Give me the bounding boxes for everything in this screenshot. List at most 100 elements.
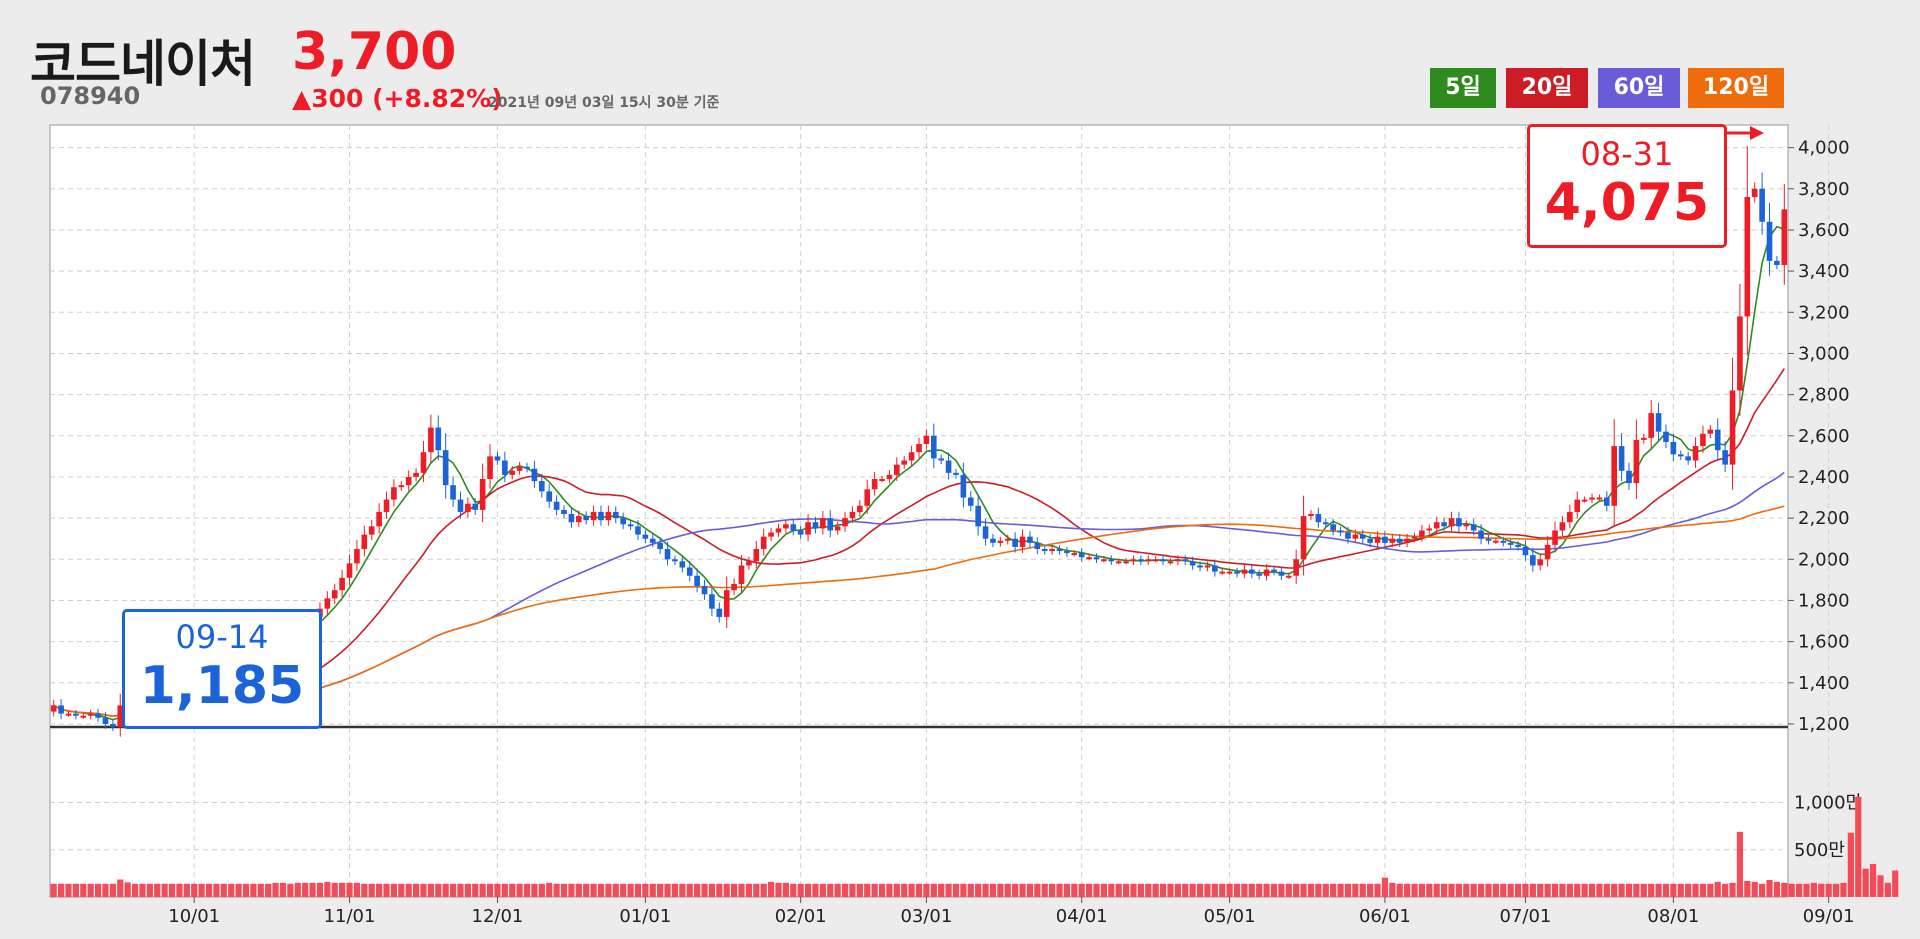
volume-bar [287,883,294,897]
candle-body [834,526,841,531]
volume-bar [213,883,220,897]
candle-body [797,530,804,535]
price-tick-label: 4,000 [1798,138,1850,159]
volume-bar [412,883,420,897]
volume-bar [938,883,945,897]
candle-body [1049,548,1055,552]
volume-bar [642,883,649,897]
volume-bar [989,883,997,897]
candle-body [938,458,944,461]
volume-bar [1847,832,1854,897]
volume-bar [605,883,612,897]
price-tick-label: 2,200 [1798,508,1850,529]
candle-body [1714,429,1721,451]
candle-body [398,485,405,488]
candle-body [1603,497,1610,506]
volume-bar [1692,883,1699,897]
date-tick-label: 04/01 [1056,906,1108,927]
candle-body [945,460,952,473]
candle-body [1212,565,1218,572]
candle-body [775,528,782,533]
volume-bar [1537,883,1544,897]
volume-bar [1485,883,1492,897]
high-annotation-value: 4,075 [1544,173,1710,233]
price-tick-label: 3,400 [1798,261,1850,282]
volume-bar [1574,883,1581,897]
volume-bar [1699,883,1707,897]
volume-bar [523,883,531,897]
candle-body [1093,557,1100,560]
volume-bar [1640,883,1647,897]
volume-bar [339,882,346,897]
volume-bar [65,883,72,897]
volume-bar [1093,883,1100,897]
candle-body [502,460,508,475]
candle-body [694,575,700,587]
candle-body [649,538,656,543]
volume-bar [975,883,982,897]
volume-bar [1211,883,1218,897]
volume-bar [72,883,79,897]
candle-body [1293,559,1299,576]
volume-bar [952,883,960,897]
candle-body [605,511,612,521]
volume-bar [930,883,937,897]
volume-bar [131,883,139,897]
candle-body [435,427,442,451]
volume-bar [686,883,693,897]
volume-bar [841,883,849,897]
volume-bar [1307,883,1315,897]
candle-body [73,713,79,716]
volume-bar [368,883,375,897]
date-tick-label: 10/01 [168,906,220,927]
date-tick-label: 03/01 [900,906,952,927]
volume-bar [804,883,812,897]
candle-body [731,583,737,591]
volume-bar [664,883,671,897]
date-tick-label: 07/01 [1500,906,1552,927]
volume-bar [1315,883,1322,897]
volume-bar [1633,883,1640,897]
volume-bar [1389,882,1396,897]
volume-bar [1270,883,1278,897]
volume-bar [324,881,331,897]
volume-bar [568,883,575,897]
volume-bar [449,883,457,897]
candle-body [627,524,634,527]
volume-bar [1100,883,1107,897]
volume-bar [1041,883,1048,897]
volume-bar [1559,883,1566,897]
candle-body [339,577,345,591]
candle-body [1530,555,1536,566]
candle-body [975,505,981,527]
candle-body [413,472,419,477]
candle-body [1019,536,1026,547]
candle-body [1374,536,1381,543]
date-tick-label: 05/01 [1204,906,1256,927]
candle-body [1648,413,1654,438]
candle-body [531,468,538,482]
candle-body [1781,209,1788,265]
price-tick-label: 1,200 [1798,714,1850,735]
volume-bar [1241,883,1248,897]
candle-body [1337,530,1344,533]
volume-bar [908,883,915,897]
candle-body [1426,528,1433,531]
candle-body [1559,522,1566,531]
candle-body [1145,559,1152,562]
volume-bar [168,883,176,897]
candle-body [923,435,930,445]
volume-bar [775,882,782,897]
candle-body [871,479,878,490]
candle-body [1359,534,1366,539]
candle-body [1692,446,1699,461]
candle-body [672,559,678,562]
volume-bar [1507,883,1514,897]
volume-bar [1514,883,1522,897]
volume-bar [1648,883,1655,897]
candle-body [1189,561,1196,566]
candle-body [879,479,885,482]
candle-body [1034,542,1041,549]
candle-body [1663,431,1669,442]
volume-bar [361,883,368,897]
